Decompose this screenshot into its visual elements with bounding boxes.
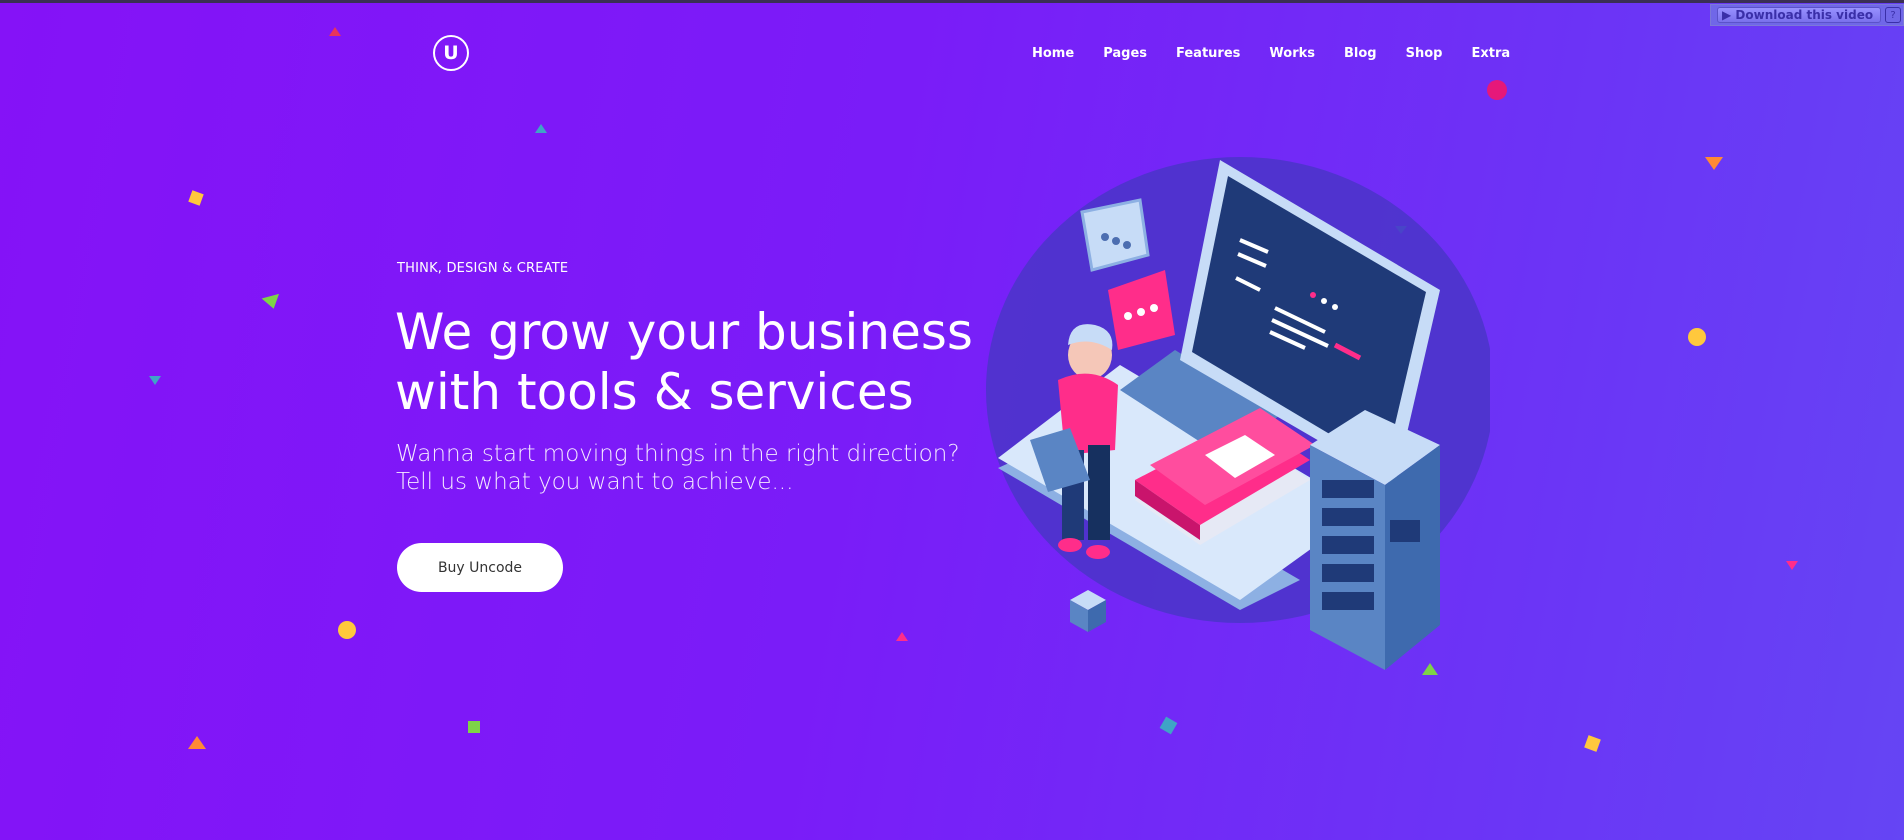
site-logo[interactable]: U	[433, 35, 469, 71]
confetti-triangle	[149, 376, 161, 385]
nav-features[interactable]: Features	[1176, 46, 1240, 61]
nav-extra[interactable]: Extra	[1471, 46, 1510, 61]
headline-line-1: We grow your business	[395, 303, 973, 361]
nav-home[interactable]: Home	[1032, 46, 1074, 61]
confetti-dot	[1487, 80, 1507, 100]
hero-eyebrow: THINK, DESIGN & CREATE	[397, 261, 569, 276]
subtitle-line-1: Wanna start moving things in the right d…	[396, 441, 960, 467]
confetti-dot	[1688, 328, 1706, 346]
confetti-triangle	[329, 27, 341, 36]
buy-uncode-button[interactable]: Buy Uncode	[397, 543, 563, 592]
confetti-square	[1584, 735, 1601, 752]
small-cube	[1070, 590, 1106, 632]
confetti-square	[468, 721, 480, 733]
subtitle-line-2: Tell us what you want to achieve...	[396, 469, 794, 495]
hero-headline: We grow your business with tools & servi…	[395, 302, 1015, 422]
confetti-triangle	[896, 632, 908, 641]
confetti-triangle	[188, 736, 206, 749]
confetti-triangle	[1786, 561, 1798, 570]
headline-line-2: with tools & services	[395, 363, 914, 421]
help-icon[interactable]: ?	[1885, 7, 1901, 23]
hero-illustration	[986, 157, 1490, 670]
nav-works[interactable]: Works	[1269, 46, 1315, 61]
confetti-dot	[338, 621, 356, 639]
confetti-triangle	[1705, 157, 1723, 170]
nav-shop[interactable]: Shop	[1406, 46, 1443, 61]
download-video-button[interactable]: ▶ Download this video	[1717, 7, 1881, 23]
hero-subtitle: Wanna start moving things in the right d…	[396, 440, 1016, 496]
logo-letter: U	[443, 42, 459, 64]
download-video-label: ▶ Download this video	[1722, 8, 1874, 22]
main-nav: Home Pages Features Works Blog Shop Extr…	[1032, 46, 1539, 61]
confetti-triangle	[535, 124, 547, 133]
confetti-square	[188, 190, 204, 206]
nav-blog[interactable]: Blog	[1344, 46, 1377, 61]
window-top-border	[0, 0, 1904, 3]
confetti-square	[1159, 716, 1178, 735]
download-video-bar: ▶ Download this video ?	[1710, 4, 1904, 26]
server-tower	[1310, 410, 1440, 670]
nav-pages[interactable]: Pages	[1103, 46, 1147, 61]
confetti-triangle	[261, 293, 283, 312]
